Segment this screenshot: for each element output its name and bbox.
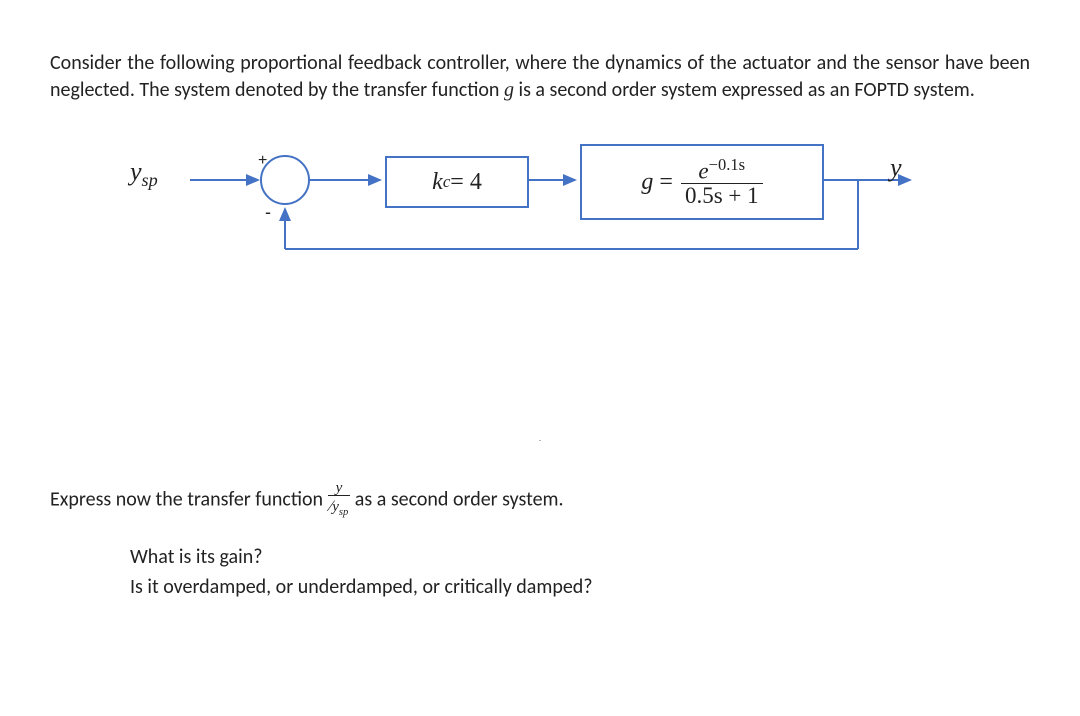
problem-statement: Consider the following proportional feed… (50, 50, 1030, 104)
question-gain: What is its gain? (130, 542, 1030, 572)
plant-block: g = e−0.1s 0.5s + 1 (580, 144, 824, 220)
diagram-lines (80, 144, 980, 314)
question-express: Express now the transfer function y⁄ysp … (50, 475, 1030, 520)
output-signal-label: y (890, 150, 902, 185)
transfer-function-fraction: y⁄ysp (328, 475, 351, 520)
sum-plus-label: + (258, 150, 267, 172)
block-diagram: ysp + - kc = 4 g = e−0.1s 0.5s + 1 y (80, 144, 1030, 324)
intro-text-2: is a second order system expressed as an… (514, 78, 975, 102)
sum-minus-label: - (265, 200, 271, 224)
sub-questions: What is its gain? Is it overdamped, or u… (130, 542, 1030, 602)
g-symbol: g (504, 79, 514, 101)
dot-separator: . (50, 434, 1030, 445)
controller-block: kc = 4 (385, 156, 529, 208)
input-signal-label: ysp (130, 154, 158, 193)
question-damping: Is it overdamped, or underdamped, or cri… (130, 572, 1030, 602)
